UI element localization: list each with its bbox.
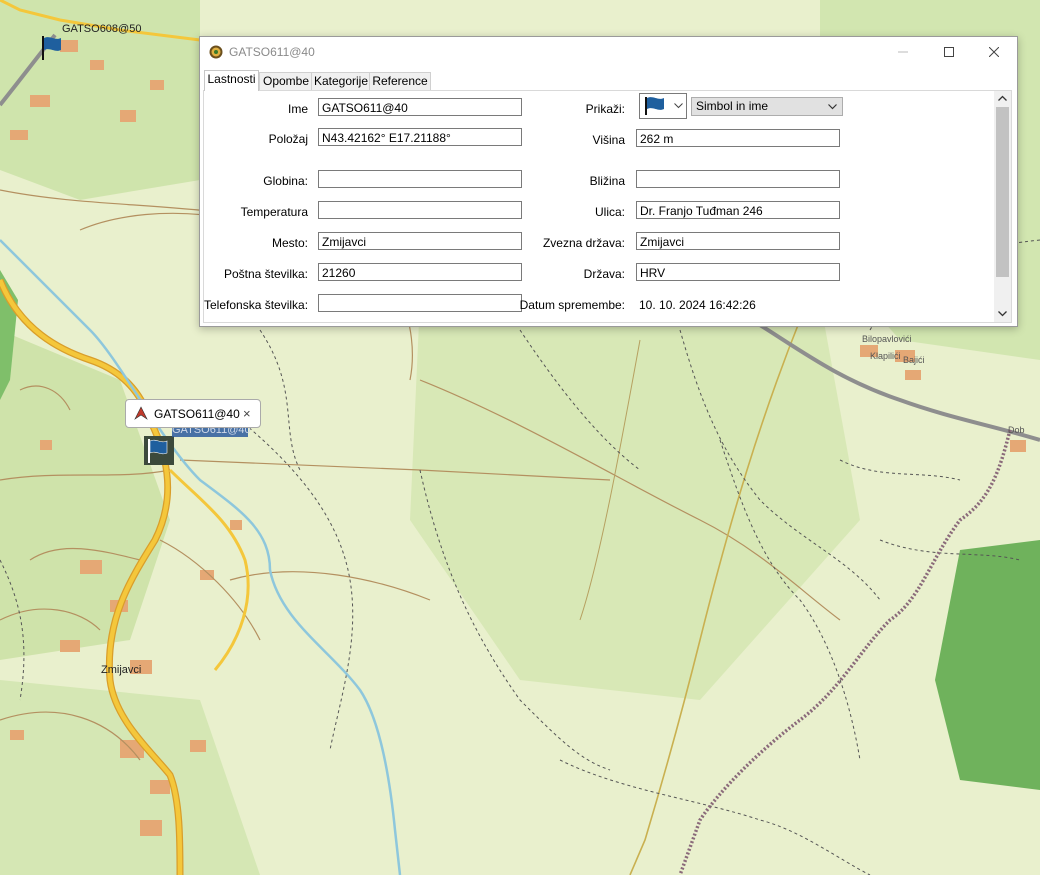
blizina-field[interactable]: [636, 170, 840, 188]
ime-field[interactable]: GATSO611@40: [318, 98, 522, 116]
ulica-field[interactable]: Dr. Franjo Tuđman 246: [636, 201, 840, 219]
scroll-up-icon[interactable]: [998, 95, 1007, 101]
temperatura-label: Temperatura: [240, 205, 308, 219]
tooltip-close-icon[interactable]: ×: [243, 406, 251, 421]
waypoint-label-608[interactable]: GATSO608@50: [62, 23, 141, 35]
selected-waypoint-flag-icon[interactable]: [144, 436, 174, 465]
dialog-title: GATSO611@40: [229, 45, 315, 59]
chevron-down-icon: [828, 104, 837, 110]
drzava-field[interactable]: HRV: [636, 263, 840, 281]
village-label-bajici: Bajići: [903, 355, 925, 365]
telefonska-stevilka-field[interactable]: [318, 294, 522, 312]
mesto-label: Mesto:: [271, 236, 308, 250]
properties-panel: Ime Položaj Globina: Temperatura Mesto: …: [203, 90, 1012, 323]
tab-opombe[interactable]: Opombe: [259, 72, 313, 90]
waypoint-tooltip[interactable]: GATSO611@40 ×: [125, 399, 261, 428]
town-label-zmijavci: Zmijavci: [101, 664, 142, 676]
globina-field[interactable]: [318, 170, 522, 188]
polozaj-label: Položaj: [268, 132, 308, 146]
telefonska-stevilka-label: Telefonska številka:: [204, 298, 309, 312]
tab-reference[interactable]: Reference: [369, 72, 431, 90]
scroll-down-icon[interactable]: [998, 311, 1007, 317]
mesto-field[interactable]: Zmijavci: [318, 232, 522, 250]
tab-lastnosti[interactable]: Lastnosti: [204, 70, 259, 91]
village-label-bilopavlovici: Bilopavlovići: [862, 334, 912, 344]
dialog-titlebar[interactable]: GATSO611@40: [200, 37, 1017, 67]
ulica-label: Ulica:: [594, 205, 625, 219]
tab-kategorije[interactable]: Kategorije: [311, 72, 371, 90]
blizina-label: Bližina: [589, 174, 625, 188]
symbol-select[interactable]: [639, 93, 687, 119]
app-icon: [209, 45, 223, 59]
postna-stevilka-field[interactable]: 21260: [318, 263, 522, 281]
waypoint-arrow-icon: [134, 406, 148, 420]
scrollbar-thumb[interactable]: [996, 107, 1009, 277]
vertical-scrollbar[interactable]: [994, 91, 1011, 322]
display-mode-select[interactable]: Simbol in ime: [691, 97, 843, 116]
road-label-dob: Dob: [1008, 425, 1025, 435]
maximize-button[interactable]: [926, 37, 972, 67]
temperatura-field[interactable]: [318, 201, 522, 219]
datum-spremembe-value: 10. 10. 2024 16:42:26: [639, 298, 756, 312]
postna-stevilka-label: Poštna številka:: [223, 267, 308, 281]
drzava-label: Država:: [583, 267, 625, 281]
polozaj-field[interactable]: N43.42162° E17.21188°: [318, 128, 522, 146]
close-icon: [989, 47, 999, 57]
prikazi-label: Prikaži:: [585, 102, 625, 116]
flag-icon: [645, 97, 664, 115]
zvezna-drzava-field[interactable]: Zmijavci: [636, 232, 840, 250]
close-button[interactable]: [971, 37, 1017, 67]
globina-label: Globina:: [263, 174, 308, 188]
visina-field[interactable]: 262 m: [636, 129, 840, 147]
maximize-icon: [944, 47, 954, 57]
visina-label: Višina: [592, 133, 625, 147]
zvezna-drzava-label: Zvezna država:: [542, 236, 625, 250]
datum-spremembe-label: Datum spremembe:: [519, 298, 625, 312]
minimize-button[interactable]: [880, 37, 926, 67]
display-mode-value: Simbol in ime: [696, 99, 769, 113]
tooltip-text: GATSO611@40: [154, 407, 240, 421]
village-label-klapilici: Klapilići: [870, 351, 901, 361]
ime-label: Ime: [287, 102, 308, 116]
waypoint-properties-dialog: GATSO611@40 Lastnosti Opombe Kategorije …: [199, 36, 1018, 327]
chevron-down-icon: [674, 103, 683, 109]
minimize-icon: [898, 51, 908, 53]
